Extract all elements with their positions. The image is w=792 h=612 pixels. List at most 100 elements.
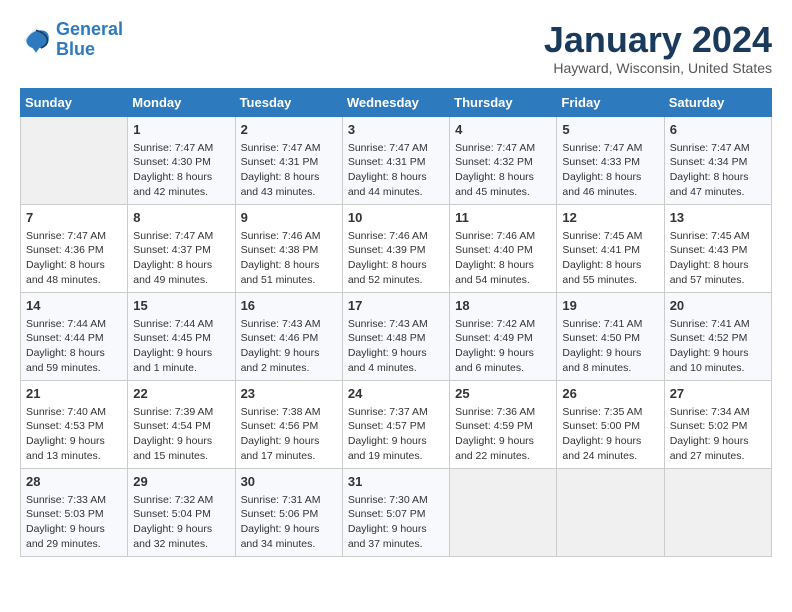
day-number: 7	[26, 209, 122, 227]
day-number: 26	[562, 385, 658, 403]
day-cell	[21, 116, 128, 204]
week-row-2: 7Sunrise: 7:47 AMSunset: 4:36 PMDaylight…	[21, 204, 772, 292]
day-cell: 23 Sunrise: 7:38 AMSunset: 4:56 PMDayligh…	[235, 380, 342, 468]
day-number: 30	[241, 473, 337, 491]
day-info: Sunrise: 7:41 AMSunset: 4:52 PMDaylight:…	[670, 317, 766, 376]
day-number: 25	[455, 385, 551, 403]
day-info: Sunrise: 7:47 AMSunset: 4:32 PMDaylight:…	[455, 141, 551, 200]
day-cell: 10Sunrise: 7:46 AMSunset: 4:39 PMDayligh…	[342, 204, 449, 292]
day-info: Sunrise: 7:38 AMSunset: 4:56 PMDaylight:…	[241, 405, 337, 464]
day-cell: 19 Sunrise: 7:41 AMSunset: 4:50 PMDayligh…	[557, 292, 664, 380]
location: Hayward, Wisconsin, United States	[544, 60, 772, 76]
day-number: 31	[348, 473, 444, 491]
week-row-5: 28 Sunrise: 7:33 AMSunset: 5:03 PMDayligh…	[21, 468, 772, 556]
day-cell: 25 Sunrise: 7:36 AMSunset: 4:59 PMDayligh…	[450, 380, 557, 468]
day-info: Sunrise: 7:42 AMSunset: 4:49 PMDaylight:…	[455, 317, 551, 376]
day-info: Sunrise: 7:45 AMSunset: 4:43 PMDaylight:…	[670, 229, 766, 288]
day-info: Sunrise: 7:46 AMSunset: 4:38 PMDaylight:…	[241, 229, 337, 288]
day-info: Sunrise: 7:47 AMSunset: 4:33 PMDaylight:…	[562, 141, 658, 200]
page-header: General Blue January 2024 Hayward, Wisco…	[20, 20, 772, 76]
day-number: 18	[455, 297, 551, 315]
day-number: 27	[670, 385, 766, 403]
month-title: January 2024	[544, 20, 772, 60]
day-cell: 30 Sunrise: 7:31 AMSunset: 5:06 PMDayligh…	[235, 468, 342, 556]
week-row-3: 14 Sunrise: 7:44 AMSunset: 4:44 PMDayligh…	[21, 292, 772, 380]
day-info: Sunrise: 7:41 AMSunset: 4:50 PMDaylight:…	[562, 317, 658, 376]
day-info: Sunrise: 7:31 AMSunset: 5:06 PMDaylight:…	[241, 493, 337, 552]
day-number: 13	[670, 209, 766, 227]
day-cell: 28 Sunrise: 7:33 AMSunset: 5:03 PMDayligh…	[21, 468, 128, 556]
day-cell	[664, 468, 771, 556]
day-number: 29	[133, 473, 229, 491]
logo-line1: General	[56, 19, 123, 39]
header-cell-friday: Friday	[557, 88, 664, 116]
day-cell: 13 Sunrise: 7:45 AMSunset: 4:43 PMDayligh…	[664, 204, 771, 292]
day-number: 3	[348, 121, 444, 139]
day-cell: 21 Sunrise: 7:40 AMSunset: 4:53 PMDayligh…	[21, 380, 128, 468]
day-cell: 8 Sunrise: 7:47 AMSunset: 4:37 PMDaylight…	[128, 204, 235, 292]
day-cell: 31 Sunrise: 7:30 AMSunset: 5:07 PMDayligh…	[342, 468, 449, 556]
day-info: Sunrise: 7:39 AMSunset: 4:54 PMDaylight:…	[133, 405, 229, 464]
day-number: 17	[348, 297, 444, 315]
day-info: Sunrise: 7:47 AMSunset: 4:30 PMDaylight:…	[133, 141, 229, 200]
day-info: Sunrise: 7:47 AMSunset: 4:37 PMDaylight:…	[133, 229, 229, 288]
day-cell: 1 Sunrise: 7:47 AMSunset: 4:30 PMDaylight…	[128, 116, 235, 204]
logo-line2: Blue	[56, 39, 95, 59]
day-info: Sunrise: 7:30 AMSunset: 5:07 PMDaylight:…	[348, 493, 444, 552]
day-cell: 6 Sunrise: 7:47 AMSunset: 4:34 PMDaylight…	[664, 116, 771, 204]
day-number: 1	[133, 121, 229, 139]
day-info: Sunrise: 7:34 AMSunset: 5:02 PMDaylight:…	[670, 405, 766, 464]
day-number: 23	[241, 385, 337, 403]
day-cell: 20Sunrise: 7:41 AMSunset: 4:52 PMDayligh…	[664, 292, 771, 380]
header-cell-wednesday: Wednesday	[342, 88, 449, 116]
day-number: 15	[133, 297, 229, 315]
day-info: Sunrise: 7:37 AMSunset: 4:57 PMDaylight:…	[348, 405, 444, 464]
day-number: 8	[133, 209, 229, 227]
day-number: 16	[241, 297, 337, 315]
day-info: Sunrise: 7:45 AMSunset: 4:41 PMDaylight:…	[562, 229, 658, 288]
day-cell: 2Sunrise: 7:47 AMSunset: 4:31 PMDaylight…	[235, 116, 342, 204]
day-number: 28	[26, 473, 122, 491]
day-info: Sunrise: 7:33 AMSunset: 5:03 PMDaylight:…	[26, 493, 122, 552]
day-number: 4	[455, 121, 551, 139]
day-info: Sunrise: 7:47 AMSunset: 4:31 PMDaylight:…	[348, 141, 444, 200]
day-info: Sunrise: 7:43 AMSunset: 4:48 PMDaylight:…	[348, 317, 444, 376]
day-cell: 11 Sunrise: 7:46 AMSunset: 4:40 PMDayligh…	[450, 204, 557, 292]
day-cell: 29Sunrise: 7:32 AMSunset: 5:04 PMDayligh…	[128, 468, 235, 556]
day-cell: 4 Sunrise: 7:47 AMSunset: 4:32 PMDaylight…	[450, 116, 557, 204]
day-number: 21	[26, 385, 122, 403]
day-info: Sunrise: 7:46 AMSunset: 4:39 PMDaylight:…	[348, 229, 444, 288]
calendar-body: 1 Sunrise: 7:47 AMSunset: 4:30 PMDaylight…	[21, 116, 772, 556]
day-cell: 24 Sunrise: 7:37 AMSunset: 4:57 PMDayligh…	[342, 380, 449, 468]
day-number: 5	[562, 121, 658, 139]
day-cell: 14 Sunrise: 7:44 AMSunset: 4:44 PMDayligh…	[21, 292, 128, 380]
day-number: 6	[670, 121, 766, 139]
day-info: Sunrise: 7:46 AMSunset: 4:40 PMDaylight:…	[455, 229, 551, 288]
day-number: 24	[348, 385, 444, 403]
day-info: Sunrise: 7:44 AMSunset: 4:44 PMDaylight:…	[26, 317, 122, 376]
day-cell: 12Sunrise: 7:45 AMSunset: 4:41 PMDayligh…	[557, 204, 664, 292]
day-cell: 17 Sunrise: 7:43 AMSunset: 4:48 PMDayligh…	[342, 292, 449, 380]
day-info: Sunrise: 7:43 AMSunset: 4:46 PMDaylight:…	[241, 317, 337, 376]
header-cell-monday: Monday	[128, 88, 235, 116]
day-info: Sunrise: 7:36 AMSunset: 4:59 PMDaylight:…	[455, 405, 551, 464]
day-cell: 3 Sunrise: 7:47 AMSunset: 4:31 PMDaylight…	[342, 116, 449, 204]
day-cell: 16 Sunrise: 7:43 AMSunset: 4:46 PMDayligh…	[235, 292, 342, 380]
logo: General Blue	[20, 20, 123, 60]
calendar-header: SundayMondayTuesdayWednesdayThursdayFrid…	[21, 88, 772, 116]
day-info: Sunrise: 7:44 AMSunset: 4:45 PMDaylight:…	[133, 317, 229, 376]
title-block: January 2024 Hayward, Wisconsin, United …	[544, 20, 772, 76]
header-cell-saturday: Saturday	[664, 88, 771, 116]
day-number: 9	[241, 209, 337, 227]
day-info: Sunrise: 7:35 AMSunset: 5:00 PMDaylight:…	[562, 405, 658, 464]
day-number: 11	[455, 209, 551, 227]
day-cell	[450, 468, 557, 556]
day-number: 19	[562, 297, 658, 315]
day-cell	[557, 468, 664, 556]
day-cell: 18 Sunrise: 7:42 AMSunset: 4:49 PMDayligh…	[450, 292, 557, 380]
header-cell-tuesday: Tuesday	[235, 88, 342, 116]
logo-icon	[20, 24, 52, 56]
day-info: Sunrise: 7:40 AMSunset: 4:53 PMDaylight:…	[26, 405, 122, 464]
day-info: Sunrise: 7:47 AMSunset: 4:34 PMDaylight:…	[670, 141, 766, 200]
day-number: 14	[26, 297, 122, 315]
